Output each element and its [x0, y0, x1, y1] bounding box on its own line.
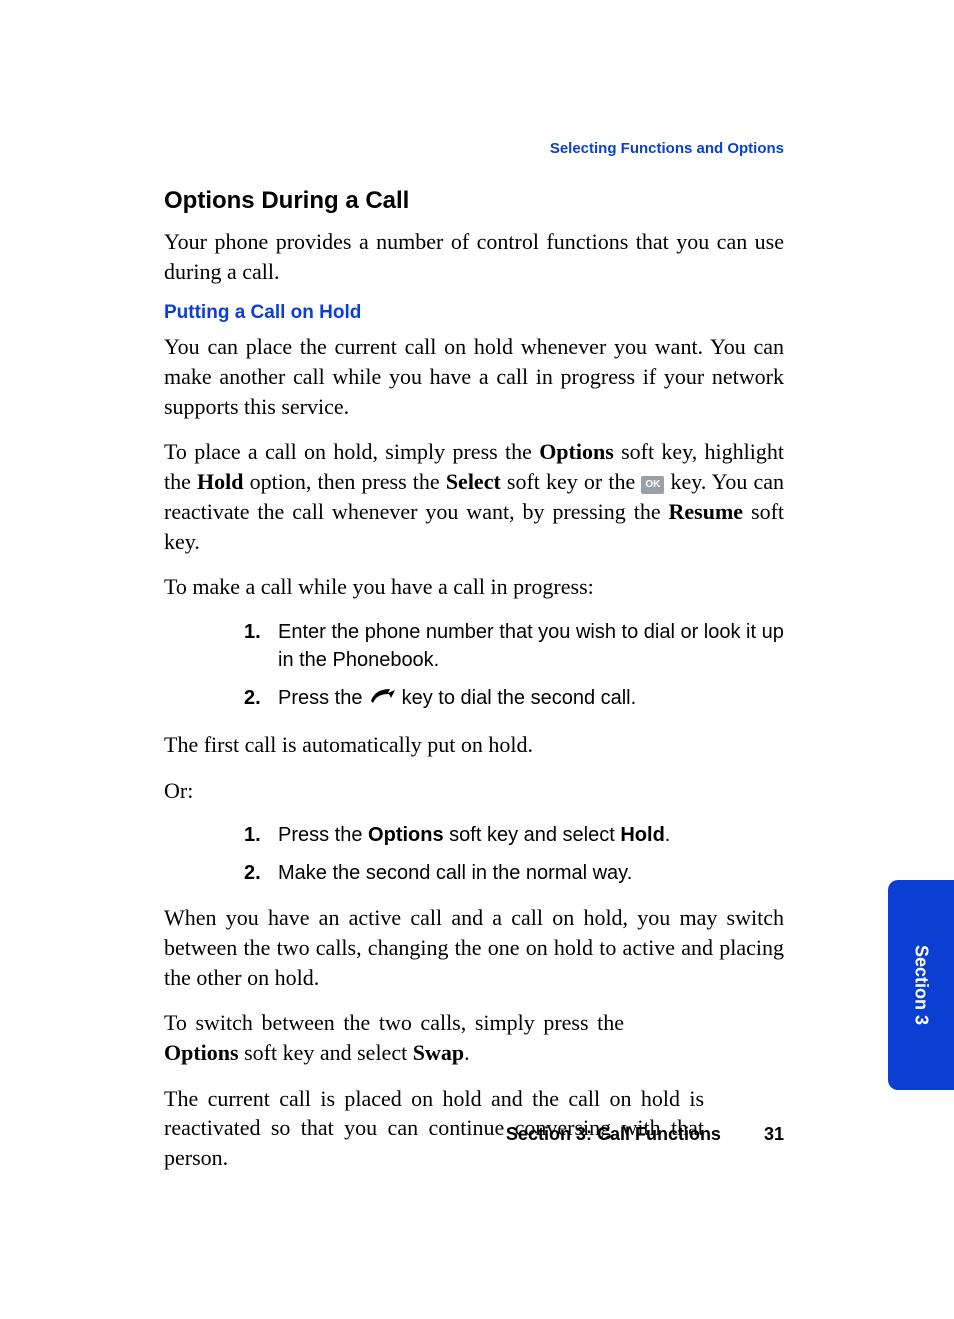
heading-options-during-call: Options During a Call — [164, 187, 784, 215]
paragraph: When you have an active call and a call … — [164, 903, 784, 992]
text: soft key and select — [239, 1040, 413, 1065]
page-content: Selecting Functions and Options Options … — [0, 0, 954, 1249]
ordered-list-a: 1. Enter the phone number that you wish … — [164, 618, 784, 714]
list-number: 1. — [244, 618, 278, 674]
bold-text: Options — [539, 439, 614, 464]
list-text: Make the second call in the normal way. — [278, 859, 784, 887]
list-item: 1. Enter the phone number that you wish … — [244, 618, 784, 674]
paragraph: You can place the current call on hold w… — [164, 332, 784, 421]
paragraph: To switch between the two calls, simply … — [164, 1008, 624, 1067]
list-item: 1. Press the Options soft key and select… — [244, 821, 784, 849]
dial-key-icon — [368, 686, 396, 714]
subheading-putting-call-on-hold: Putting a Call on Hold — [164, 302, 784, 324]
text: To switch between the two calls, simply … — [164, 1010, 624, 1035]
running-head: Selecting Functions and Options — [164, 140, 784, 157]
paragraph: Or: — [164, 776, 784, 806]
paragraph: The first call is automatically put on h… — [164, 730, 784, 760]
page-footer: Section 3: Call Functions 31 — [506, 1124, 784, 1145]
bold-text: Select — [446, 469, 501, 494]
text: . — [464, 1040, 470, 1065]
text: soft key or the — [501, 469, 642, 494]
list-number: 2. — [244, 859, 278, 887]
bold-text: Options — [368, 824, 444, 846]
list-text: Enter the phone number that you wish to … — [278, 618, 784, 674]
bold-text: Options — [164, 1040, 239, 1065]
text: . — [665, 824, 671, 846]
paragraph: To place a call on hold, simply press th… — [164, 437, 784, 556]
text: soft key and select — [444, 824, 621, 846]
page-number: 31 — [764, 1124, 784, 1145]
section-tab: Section 3 — [888, 880, 954, 1090]
text: To place a call on hold, simply press th… — [164, 439, 539, 464]
bold-text: Swap — [413, 1040, 464, 1065]
paragraph: To make a call while you have a call in … — [164, 572, 784, 602]
section-tab-label: Section 3 — [911, 945, 932, 1025]
bold-text: Hold — [197, 469, 243, 494]
text: Press the — [278, 824, 368, 846]
text: key to dial the second call. — [396, 687, 636, 709]
ok-key-icon: OK — [641, 476, 664, 494]
list-text: Press the key to dial the second call. — [278, 684, 784, 714]
text: Press the — [278, 687, 368, 709]
footer-section-label: Section 3: Call Functions — [506, 1124, 721, 1144]
list-number: 2. — [244, 684, 278, 714]
list-number: 1. — [244, 821, 278, 849]
intro-paragraph: Your phone provides a number of control … — [164, 227, 784, 286]
list-item: 2. Press the key to dial the second call… — [244, 684, 784, 714]
list-text: Press the Options soft key and select Ho… — [278, 821, 784, 849]
bold-text: Resume — [669, 499, 744, 524]
list-item: 2. Make the second call in the normal wa… — [244, 859, 784, 887]
ordered-list-b: 1. Press the Options soft key and select… — [164, 821, 784, 887]
bold-text: Hold — [620, 824, 664, 846]
text: option, then press the — [243, 469, 445, 494]
